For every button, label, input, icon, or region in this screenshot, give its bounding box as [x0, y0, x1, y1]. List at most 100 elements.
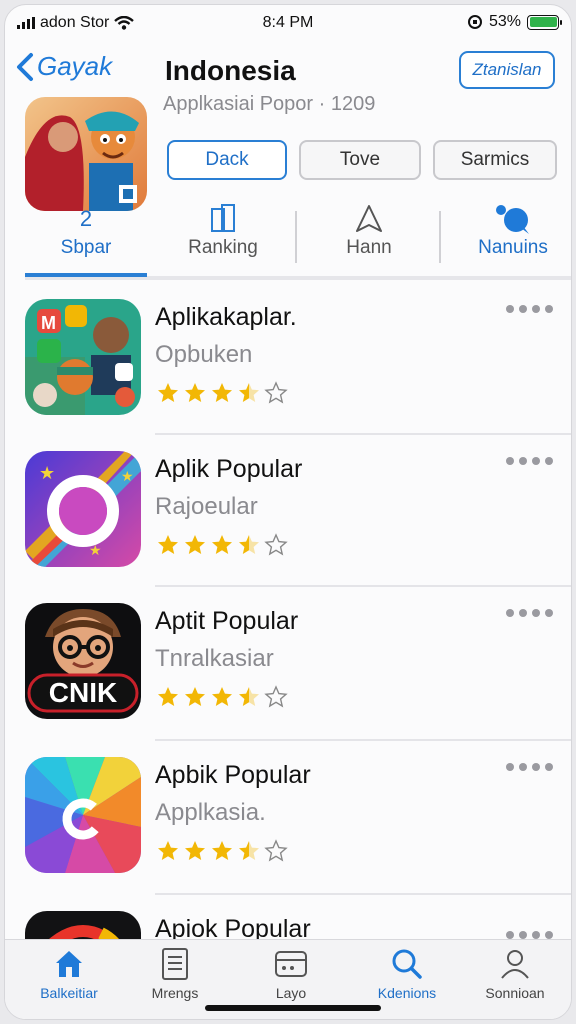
- list-item[interactable]: CNIK Aptit Popular Tnralkasiar: [25, 603, 555, 753]
- tab-count: 2: [79, 206, 93, 231]
- empty-star-icon: [264, 533, 288, 556]
- row-divider: [155, 893, 571, 895]
- app-category: Applkasia.: [155, 799, 266, 826]
- app-category: Tnralkasiar: [155, 645, 274, 672]
- app-category: Opbuken: [155, 341, 253, 368]
- list-item[interactable]: M Aplikakaplar. Opbuken: [25, 299, 555, 449]
- hero-app-icon[interactable]: [25, 97, 147, 211]
- ring-app-icon: ★ ★ ★: [25, 451, 141, 567]
- tab-hann[interactable]: Hann: [309, 201, 429, 275]
- tab-label: Nanuins: [478, 237, 548, 258]
- cnik-icon-text: CNIK: [49, 677, 117, 708]
- rainbow-app-icon: [25, 757, 141, 873]
- tab-ranking[interactable]: Ranking: [163, 201, 283, 275]
- tabbar-home[interactable]: Balkeitiar: [21, 946, 117, 1001]
- tabbar-label: Balkeitiar: [40, 985, 98, 1001]
- empty-star-icon: [264, 381, 288, 404]
- star-icon: [185, 383, 205, 402]
- list-item[interactable]: ★ ★ ★ Aplik Popular Rajoeular: [25, 451, 555, 601]
- tab-divider: [439, 211, 441, 263]
- star-icon: [212, 841, 232, 860]
- segment-dack[interactable]: Dack: [167, 140, 287, 180]
- more-options-button[interactable]: [506, 763, 553, 771]
- home-icon: [56, 951, 82, 977]
- tabbar-layo[interactable]: Layo: [243, 946, 339, 1001]
- battery-percent: 53%: [488, 13, 521, 30]
- empty-star-icon: [264, 839, 288, 862]
- status-bar: adon Stor 8:4 PM 53%: [5, 5, 571, 41]
- half-star-icon: [239, 841, 259, 860]
- triangle-icon: [356, 205, 382, 232]
- more-options-button[interactable]: [506, 609, 553, 617]
- cnik-app-icon: CNIK: [25, 603, 141, 719]
- svg-text:★: ★: [39, 463, 55, 484]
- home-indicator: [205, 1005, 381, 1011]
- star-icon: [158, 687, 178, 706]
- tab-nanuins[interactable]: Nanuins: [455, 201, 571, 275]
- tab-label: Hann: [346, 237, 392, 258]
- tab-sbpar[interactable]: 2 Sbpar: [25, 201, 147, 275]
- search-icon: [392, 949, 422, 979]
- bubble-icon: [496, 205, 529, 234]
- more-options-button[interactable]: [506, 305, 553, 313]
- star-icon: [212, 383, 232, 402]
- rotation-lock-icon: [467, 15, 482, 29]
- app-name: Aptit Popular: [155, 607, 299, 635]
- row-divider: [155, 433, 571, 435]
- more-options-button[interactable]: [506, 457, 553, 465]
- chevron-left-icon: [17, 52, 33, 81]
- star-icon: [212, 535, 232, 554]
- tabbar-label: Kdenions: [377, 985, 437, 1001]
- row-divider: [155, 739, 571, 741]
- star-icon: [185, 535, 205, 554]
- segment-sarmics[interactable]: Sarmics: [433, 140, 557, 180]
- star-icon: [158, 841, 178, 860]
- app-name: Apbik Popular: [155, 761, 311, 789]
- battery-icon: [527, 14, 562, 30]
- tabbar-mrengs[interactable]: Mrengs: [127, 946, 223, 1001]
- collage-app-icon: M: [25, 299, 141, 415]
- star-icon: [185, 841, 205, 860]
- tab-divider: [295, 211, 297, 263]
- star-icon: [185, 687, 205, 706]
- tab-label: Sbpar: [60, 237, 112, 258]
- tabbar-search[interactable]: Kdenions: [359, 946, 455, 1001]
- star-rating: [155, 685, 289, 709]
- segment-tove[interactable]: Tove: [299, 140, 421, 180]
- svg-text:★: ★: [121, 469, 134, 485]
- row-divider: [155, 585, 571, 587]
- svg-text:★: ★: [89, 543, 102, 559]
- tabbar-label: Mrengs: [151, 985, 199, 1001]
- card-icon: [275, 951, 307, 977]
- back-button[interactable]: Gayak: [15, 51, 112, 82]
- star-rating: [155, 381, 289, 405]
- star-icon: [158, 383, 178, 402]
- category-tabs: 2 Sbpar Ranking Hann Nanuins: [5, 201, 571, 279]
- star-icon: [212, 687, 232, 706]
- more-options-button[interactable]: [506, 931, 553, 939]
- star-icon: [158, 535, 178, 554]
- page-subtitle: Applkasiai Popor · 1209: [163, 93, 376, 115]
- app-name: Aplikakaplar.: [155, 303, 297, 331]
- tab-active-indicator: [25, 273, 147, 277]
- header-action-button[interactable]: Ztanislan: [459, 51, 555, 89]
- document-icon: [162, 948, 188, 980]
- list-item[interactable]: Apbik Popular Applkasia.: [25, 757, 555, 907]
- empty-star-icon: [264, 685, 288, 708]
- person-icon: [501, 950, 529, 979]
- tabbar-profile[interactable]: Sonnioan: [467, 946, 563, 1001]
- star-rating: [155, 533, 289, 557]
- app-name: Aplik Popular: [155, 455, 303, 483]
- phone-screen: adon Stor 8:4 PM 53% Gayak Indonesia App…: [4, 4, 572, 1020]
- star-rating: [155, 839, 289, 863]
- tabbar-label: Layo: [275, 985, 307, 1001]
- half-star-icon: [239, 687, 259, 706]
- book-icon: [211, 204, 235, 232]
- page-title: Indonesia: [165, 55, 296, 86]
- back-label: Gayak: [37, 51, 113, 81]
- tabbar-label: Sonnioan: [485, 985, 545, 1001]
- tab-label: Ranking: [188, 237, 258, 258]
- svg-text:M: M: [41, 313, 56, 333]
- half-star-icon: [239, 383, 259, 402]
- status-right: 53%: [467, 13, 562, 31]
